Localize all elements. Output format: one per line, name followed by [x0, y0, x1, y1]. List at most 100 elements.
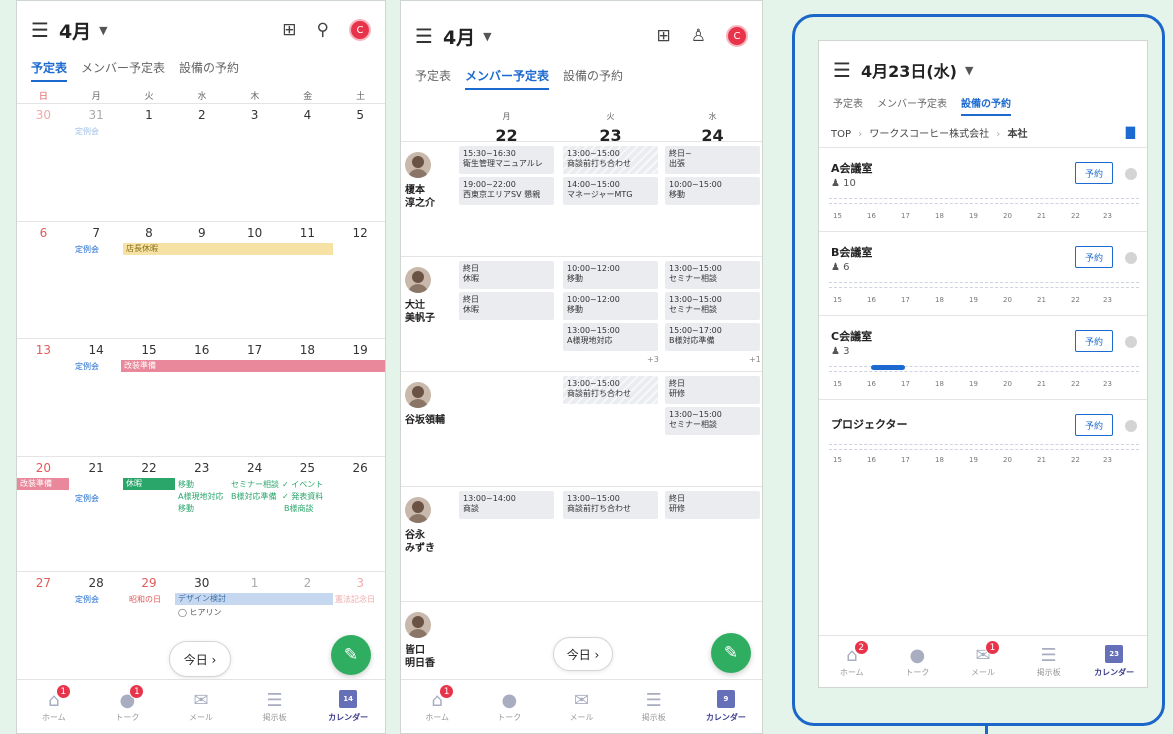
nav-board[interactable]: ☰ 掲示板	[618, 680, 690, 733]
event-card[interactable]: 13:00~15:00 セミナー相談	[665, 261, 760, 289]
search-icon[interactable]: ⚲	[317, 20, 329, 40]
tab-facility[interactable]: 設備の予約	[563, 67, 623, 90]
date-title[interactable]: 4月23日(水)	[861, 58, 957, 82]
booking-bar[interactable]	[871, 365, 905, 370]
calendar-day[interactable]: 24	[228, 461, 281, 475]
calendar-day[interactable]: 25	[281, 461, 334, 475]
event-card[interactable]: 10:00~12:00 移動	[563, 261, 658, 289]
calendar-day[interactable]: 28	[70, 576, 123, 590]
info-icon[interactable]	[1125, 168, 1137, 180]
event-card[interactable]: 終日~ 出張	[665, 146, 760, 174]
member-search-icon[interactable]: ♙	[691, 26, 706, 46]
calendar-event[interactable]: 定例会	[75, 594, 99, 605]
building-settings-icon[interactable]: ▇	[1126, 125, 1135, 139]
event-card[interactable]: 10:00~15:00 移動	[665, 177, 760, 205]
calendar-day[interactable]: 3	[228, 108, 281, 122]
calendar-task[interactable]: ✓ イベント	[282, 479, 334, 490]
info-icon[interactable]	[1125, 420, 1137, 432]
calendar-day[interactable]: 26	[334, 461, 385, 475]
calendar-day[interactable]: 1	[228, 576, 281, 590]
tab-member-schedule[interactable]: メンバー予定表	[877, 95, 947, 116]
calendar-day[interactable]: 3	[334, 576, 385, 590]
event-card[interactable]: 13:00~15:00 セミナー相談	[665, 407, 760, 435]
time-slots[interactable]	[829, 444, 1139, 450]
calendar-day[interactable]: 8	[123, 226, 176, 240]
calendar-day[interactable]: 15	[123, 343, 176, 357]
today-button[interactable]: 今日 ›	[553, 637, 613, 671]
calendar-event[interactable]: 移動	[178, 503, 194, 514]
calendar-day[interactable]: 18	[281, 343, 334, 357]
more-events-link[interactable]: +1	[749, 355, 761, 364]
event-card[interactable]: 終日 研修	[665, 376, 760, 404]
grid-icon[interactable]: ⊞	[657, 26, 671, 46]
today-button[interactable]: 今日 ›	[169, 641, 231, 677]
calendar-day[interactable]: 21	[70, 461, 123, 475]
event-card[interactable]: 15:30~16:30 衛生管理マニュアルレ	[459, 146, 554, 174]
tab-schedule[interactable]: 予定表	[415, 67, 451, 90]
event-card[interactable]: 13:00~15:00 セミナー相談	[665, 292, 760, 320]
calendar-day[interactable]: 11	[281, 226, 334, 240]
event-card[interactable]: 終日 休暇	[459, 261, 554, 289]
calendar-event[interactable]: セミナー相談	[231, 479, 281, 490]
avatar[interactable]: C	[726, 25, 748, 47]
info-icon[interactable]	[1125, 336, 1137, 348]
calendar-day[interactable]: 27	[17, 576, 70, 590]
member-info[interactable]: 谷坂領輔	[405, 382, 461, 427]
breadcrumb-company[interactable]: ワークスコーヒー株式会社	[869, 129, 989, 140]
event-card[interactable]: 13:00~14:00 商談	[459, 491, 554, 519]
calendar-event[interactable]: A様現地対応	[178, 491, 223, 502]
compose-button[interactable]: ✎	[331, 635, 371, 675]
calendar-event-bar[interactable]: 店長休暇	[123, 243, 333, 255]
calendar-day[interactable]: 10	[228, 226, 281, 240]
calendar-day[interactable]: 31	[70, 108, 123, 122]
nav-mail[interactable]: ✉ メール	[164, 680, 238, 733]
member-info[interactable]: 榎本 淳之介	[405, 152, 453, 210]
calendar-day[interactable]: 2	[281, 576, 334, 590]
calendar-event-bar[interactable]: デザイン検討	[175, 593, 333, 605]
event-card[interactable]: 15:00~17:00 B様対応準備	[665, 323, 760, 351]
calendar-event-bar[interactable]: 休暇	[123, 478, 175, 490]
tab-facility[interactable]: 設備の予約	[961, 95, 1011, 116]
info-icon[interactable]	[1125, 252, 1137, 264]
member-info[interactable]: 大辻 美帆子	[405, 267, 453, 325]
calendar-day[interactable]: 5	[334, 108, 385, 122]
menu-icon[interactable]: ☰	[415, 24, 433, 48]
calendar-day[interactable]: 1	[123, 108, 176, 122]
time-slots[interactable]	[829, 198, 1139, 204]
menu-icon[interactable]: ☰	[31, 18, 49, 42]
calendar-task[interactable]: ◯ ヒアリン	[178, 607, 222, 618]
tab-facility[interactable]: 設備の予約	[179, 59, 239, 82]
event-card[interactable]: 終日 研修	[665, 491, 760, 519]
tab-schedule[interactable]: 予定表	[833, 95, 863, 116]
member-info[interactable]: 皆口 明日香	[405, 612, 453, 670]
calendar-day[interactable]: 23	[175, 461, 228, 475]
reserve-button[interactable]: 予約	[1075, 162, 1113, 184]
event-card[interactable]: 13:00~15:00 商談前打ち合わせ	[563, 491, 658, 519]
reserve-button[interactable]: 予約	[1075, 246, 1113, 268]
chevron-down-icon[interactable]: ▼	[99, 24, 107, 37]
event-card[interactable]: 10:00~12:00 移動	[563, 292, 658, 320]
grid-icon[interactable]: ⊞	[282, 20, 296, 40]
event-card[interactable]: 13:00~15:00 商談前打ち合わせ	[563, 146, 658, 174]
nav-home[interactable]: ⌂ ホーム 1	[401, 680, 473, 733]
tab-member-schedule[interactable]: メンバー予定表	[81, 59, 165, 82]
nav-mail[interactable]: ✉ メール 1	[950, 636, 1016, 687]
tab-schedule[interactable]: 予定表	[31, 59, 68, 82]
reserve-button[interactable]: 予約	[1075, 330, 1113, 352]
tab-member-schedule[interactable]: メンバー予定表	[465, 67, 550, 90]
menu-icon[interactable]: ☰	[833, 58, 851, 82]
nav-talk[interactable]: ● トーク	[473, 680, 545, 733]
more-events-link[interactable]: +3	[647, 355, 659, 364]
time-slots[interactable]	[829, 282, 1139, 288]
calendar-day[interactable]: 30	[175, 576, 228, 590]
calendar-day[interactable]: 7	[70, 226, 123, 240]
calendar-day[interactable]: 19	[334, 343, 385, 357]
compose-button[interactable]: ✎	[711, 633, 751, 673]
nav-home[interactable]: ⌂ ホーム 2	[819, 636, 885, 687]
calendar-day[interactable]: 17	[228, 343, 281, 357]
event-card[interactable]: 14:00~15:00 マネージャーMTG	[563, 177, 658, 205]
calendar-day[interactable]: 12	[334, 226, 385, 240]
event-card[interactable]: 13:00~15:00 商談前打ち合わせ	[563, 376, 658, 404]
nav-calendar[interactable]: 9 カレンダー	[690, 680, 762, 733]
calendar-event-bar[interactable]: 改装準備	[121, 360, 385, 372]
